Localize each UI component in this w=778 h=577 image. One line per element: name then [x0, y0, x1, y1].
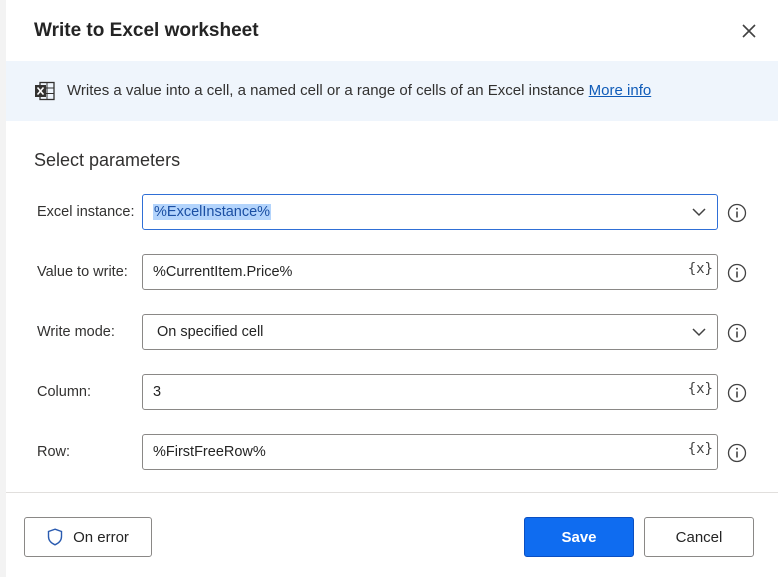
column-value: 3 — [153, 384, 162, 400]
info-icon[interactable] — [727, 263, 747, 283]
save-button[interactable]: Save — [524, 517, 634, 557]
footer-divider — [6, 492, 778, 493]
column-label: Column: — [37, 384, 91, 400]
more-info-link[interactable]: More info — [589, 82, 652, 99]
info-icon[interactable] — [727, 323, 747, 343]
column-input[interactable]: 3 {x} — [142, 374, 718, 410]
description-banner: Writes a value into a cell, a named cell… — [6, 61, 778, 121]
value-to-write-label: Value to write: — [37, 264, 128, 280]
info-icon[interactable] — [727, 203, 747, 223]
shield-icon — [47, 528, 63, 546]
excel-instance-dropdown[interactable]: %ExcelInstance% — [142, 194, 718, 230]
info-icon[interactable] — [727, 443, 747, 463]
close-icon[interactable] — [738, 20, 760, 42]
row-value: %FirstFreeRow% — [153, 444, 266, 460]
variable-picker-button[interactable]: {x} — [688, 261, 713, 277]
value-to-write-value: %CurrentItem.Price% — [153, 264, 293, 280]
excel-instance-value: %ExcelInstance% — [153, 204, 272, 220]
write-mode-dropdown[interactable]: On specified cell — [142, 314, 718, 350]
dialog-description: Writes a value into a cell, a named cell… — [67, 82, 585, 99]
excel-icon — [35, 81, 55, 101]
write-mode-label: Write mode: — [37, 324, 115, 340]
variable-picker-button[interactable]: {x} — [688, 441, 713, 457]
row-label: Row: — [37, 444, 71, 460]
chevron-down-icon[interactable] — [691, 206, 707, 218]
value-to-write-input[interactable]: %CurrentItem.Price% {x} — [142, 254, 718, 290]
cancel-button[interactable]: Cancel — [644, 517, 754, 557]
row-input[interactable]: %FirstFreeRow% {x} — [142, 434, 718, 470]
on-error-button[interactable]: On error — [24, 517, 152, 557]
dialog-title: Write to Excel worksheet — [34, 20, 259, 41]
excel-instance-label: Excel instance: — [37, 204, 135, 220]
write-mode-value: On specified cell — [157, 324, 264, 340]
section-title: Select parameters — [34, 150, 181, 170]
variable-picker-button[interactable]: {x} — [688, 381, 713, 397]
write-to-excel-dialog: Write to Excel worksheet Writes a value … — [6, 0, 778, 577]
on-error-label: On error — [73, 528, 129, 546]
chevron-down-icon[interactable] — [691, 326, 707, 338]
info-icon[interactable] — [727, 383, 747, 403]
